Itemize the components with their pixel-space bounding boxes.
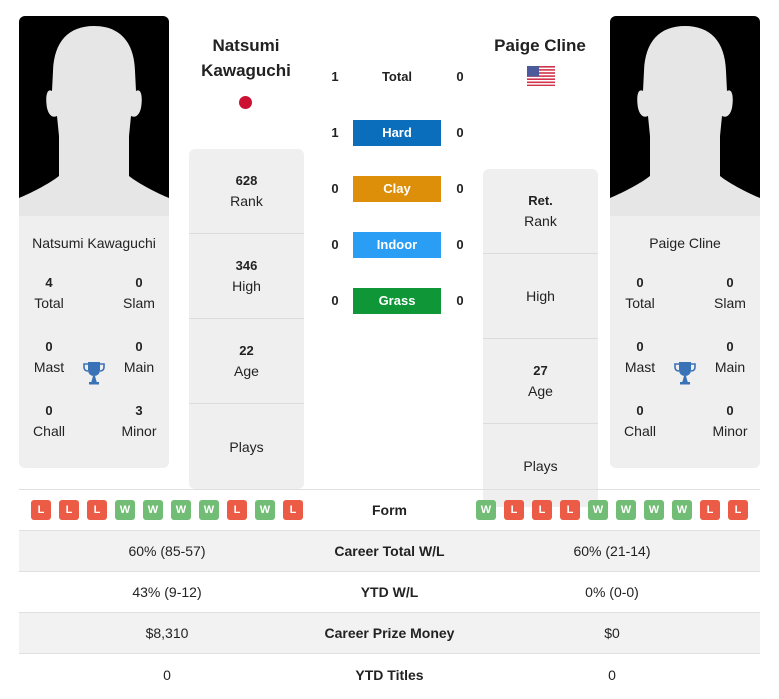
prize-money-label: Career Prize Money: [324, 625, 455, 641]
trophy-icon: [83, 362, 105, 385]
usa-flag-icon: [527, 66, 555, 86]
player1-ytd-titles: 0: [163, 666, 171, 683]
ytd-titles-label: YTD Titles: [355, 666, 424, 683]
player2-high: High: [483, 254, 598, 339]
player1-plays: Plays: [229, 438, 264, 455]
h2h-indoor: 0 Indoor 0: [320, 232, 480, 258]
form-loss-badge[interactable]: L: [728, 500, 748, 520]
player1-card: Natsumi Kawaguchi 4 Total 0 Slam 0 Mast 0 Ma…: [19, 16, 169, 468]
prize-money-row: $8,310 Career Prize Money $0: [19, 613, 760, 654]
silhouette-icon: [610, 26, 760, 216]
player2-photo[interactable]: [610, 16, 760, 216]
form-win-badge[interactable]: W: [616, 500, 636, 520]
form-win-badge[interactable]: W: [115, 500, 135, 520]
titles-main: 0 Main: [714, 339, 746, 375]
form-loss-badge[interactable]: L: [532, 500, 552, 520]
player1-prize-money: $8,310: [145, 625, 189, 641]
form-label: Form: [372, 502, 407, 518]
stats-table: LLLWWWWLWL Form WLLLWWWWLL 60% (85-57) C…: [19, 489, 760, 695]
form-win-badge[interactable]: W: [171, 500, 191, 520]
surface-grass-badge[interactable]: Grass: [353, 288, 441, 314]
player2-name[interactable]: Paige Cline: [480, 33, 600, 58]
form-win-badge[interactable]: W: [199, 500, 219, 520]
titles-mast: 0 Mast: [33, 339, 65, 375]
player2-form: WLLLWWWWLL: [464, 500, 760, 520]
titles-slam: 0 Slam: [123, 275, 155, 311]
titles-total: 4 Total: [34, 275, 64, 311]
player1-career-total: 60% (85-57): [128, 543, 206, 559]
japan-flag-icon: [239, 96, 252, 109]
form-win-badge[interactable]: W: [644, 500, 664, 520]
trophy-icon: [674, 362, 696, 385]
player2-titles: 0 Total 0 Slam 0 Mast 0 Main 0 Chall 0 Minor: [610, 273, 760, 468]
career-total-row: 60% (85-57) Career Total W/L 60% (21-14): [19, 531, 760, 572]
form-loss-badge[interactable]: L: [31, 500, 51, 520]
player1-high: 346 High: [189, 234, 304, 319]
h2h-clay: 0 Clay 0: [320, 176, 480, 202]
h2h-hard: 1 Hard 0: [320, 120, 480, 146]
ytd-titles-row: 0 YTD Titles 0: [19, 654, 760, 695]
player1-rank: 628 Rank: [189, 149, 304, 234]
player1-titles: 4 Total 0 Slam 0 Mast 0 Main 0 Chall 3 Minor: [19, 273, 169, 468]
form-loss-badge[interactable]: L: [700, 500, 720, 520]
form-win-badge[interactable]: W: [255, 500, 275, 520]
player1-photo[interactable]: [19, 16, 169, 216]
surface-clay-badge[interactable]: Clay: [353, 176, 441, 202]
ytd-wl-label: YTD W/L: [360, 584, 419, 600]
player1-form: LLLWWWWLWL: [19, 500, 315, 520]
surface-hard-badge[interactable]: Hard: [353, 120, 441, 146]
player1-ytd-wl: 43% (9-12): [132, 584, 202, 600]
player2-info: Ret. Rank High 27 Age Plays: [483, 169, 598, 507]
form-loss-badge[interactable]: L: [560, 500, 580, 520]
surface-indoor-badge[interactable]: Indoor: [353, 232, 441, 258]
player1-age: 22 Age: [189, 319, 304, 404]
player2-card: Paige Cline 0 Total 0 Slam 0 Mast 0 Main 0 Ch…: [610, 16, 760, 468]
player2-career-total: 60% (21-14): [573, 543, 651, 559]
titles-minor: 3 Minor: [121, 403, 157, 439]
form-loss-badge[interactable]: L: [283, 500, 303, 520]
form-win-badge[interactable]: W: [672, 500, 692, 520]
form-win-badge[interactable]: W: [588, 500, 608, 520]
h2h-total: 1 Total 0: [320, 64, 480, 90]
player2-card-name[interactable]: Paige Cline: [610, 235, 760, 251]
player1-name[interactable]: Natsumi Kawaguchi: [186, 33, 306, 83]
form-win-badge[interactable]: W: [143, 500, 163, 520]
player2-ytd-wl: 0% (0-0): [585, 584, 639, 600]
titles-minor: 0 Minor: [712, 403, 748, 439]
player2-rank: Ret. Rank: [483, 169, 598, 254]
player1-card-name[interactable]: Natsumi Kawaguchi: [19, 235, 169, 251]
h2h-grass: 0 Grass 0: [320, 288, 480, 314]
player1-info: 628 Rank 346 High 22 Age Plays: [189, 149, 304, 489]
form-loss-badge[interactable]: L: [504, 500, 524, 520]
form-win-badge[interactable]: W: [476, 500, 496, 520]
form-loss-badge[interactable]: L: [87, 500, 107, 520]
career-total-label: Career Total W/L: [334, 543, 445, 559]
titles-mast: 0 Mast: [624, 339, 656, 375]
titles-chall: 0 Chall: [33, 403, 65, 439]
player2-ytd-titles: 0: [608, 666, 616, 683]
form-loss-badge[interactable]: L: [59, 500, 79, 520]
ytd-wl-row: 43% (9-12) YTD W/L 0% (0-0): [19, 572, 760, 613]
titles-main: 0 Main: [123, 339, 155, 375]
silhouette-icon: [19, 26, 169, 216]
titles-chall: 0 Chall: [624, 403, 656, 439]
surface-total-label: Total: [381, 69, 413, 84]
titles-total: 0 Total: [625, 275, 655, 311]
form-loss-badge[interactable]: L: [227, 500, 247, 520]
titles-slam: 0 Slam: [714, 275, 746, 311]
player2-age: 27 Age: [483, 339, 598, 424]
player2-prize-money: $0: [604, 625, 620, 641]
form-row: LLLWWWWLWL Form WLLLWWWWLL: [19, 490, 760, 531]
